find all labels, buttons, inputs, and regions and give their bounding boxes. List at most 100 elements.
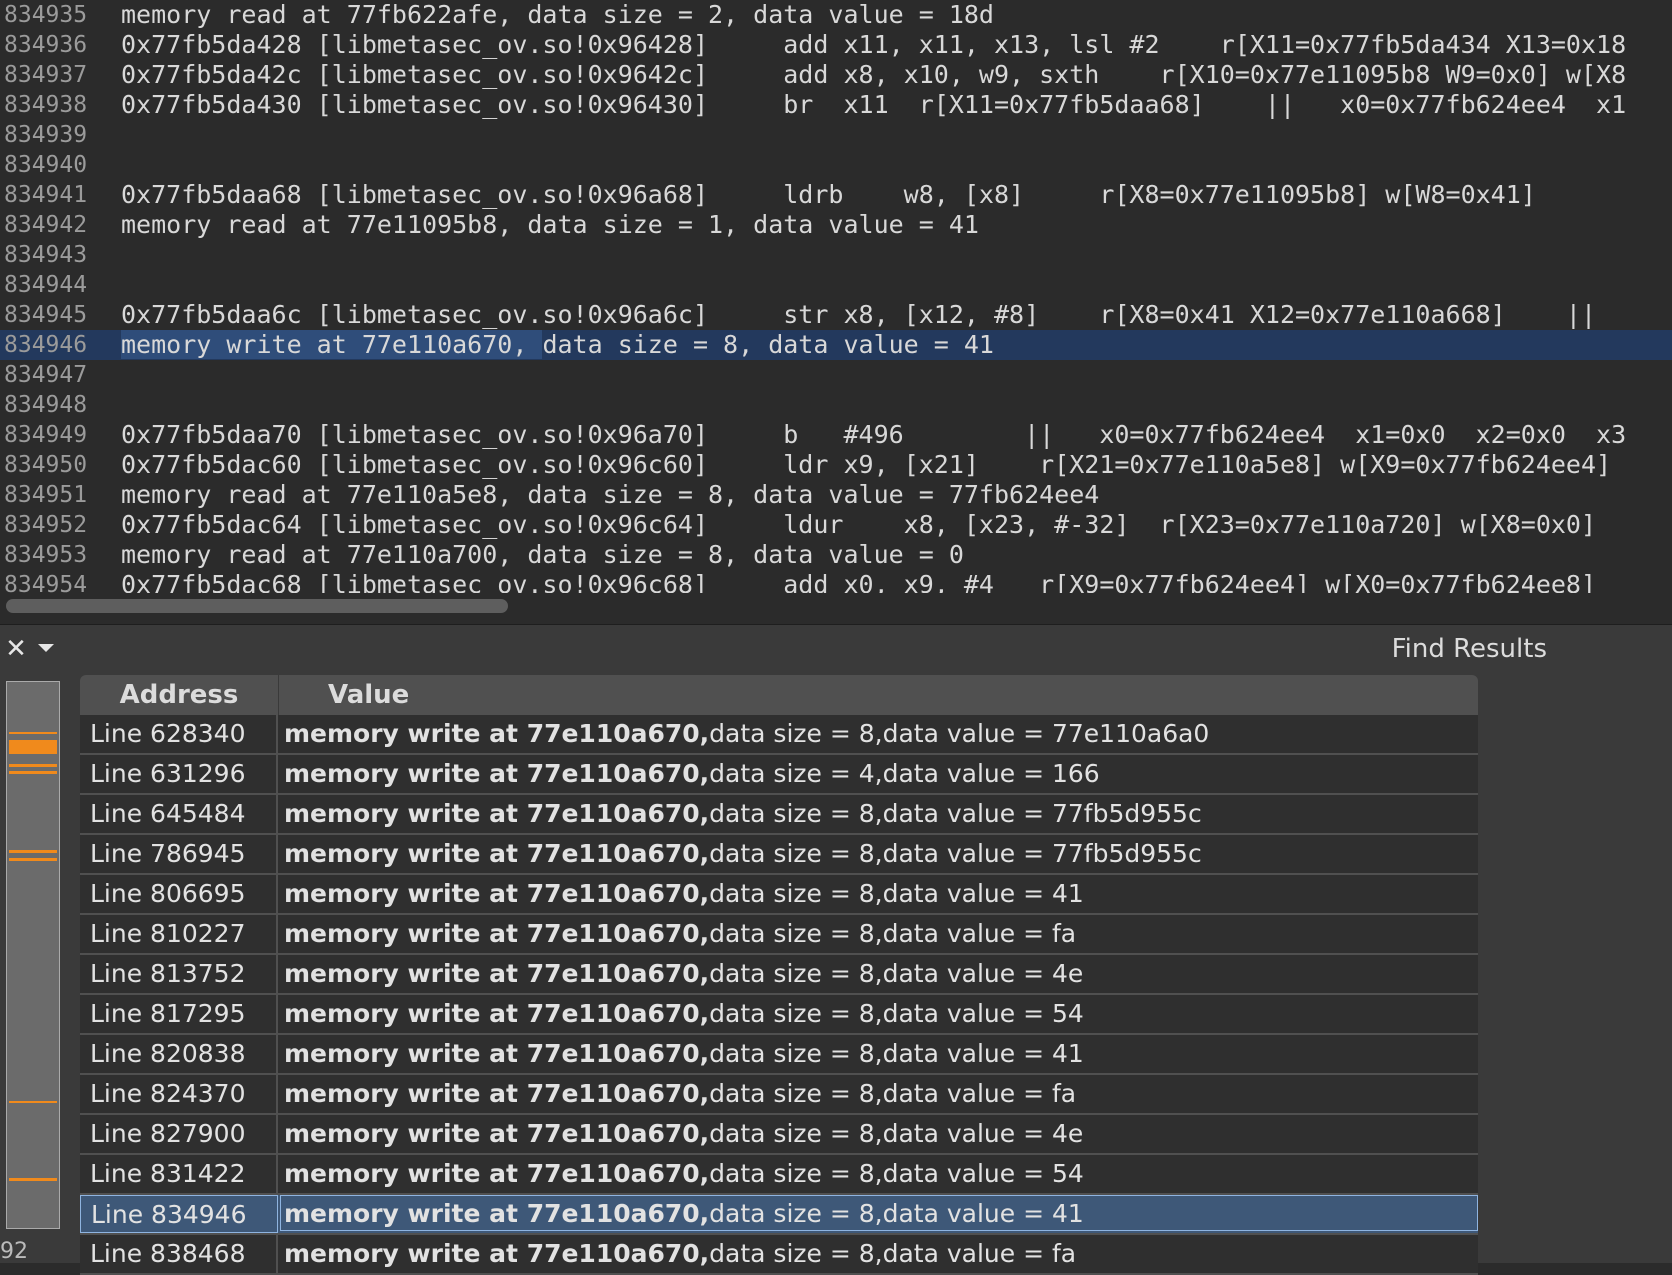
code-text[interactable]: memory read at 77e110a700, data size = 8… — [121, 540, 964, 570]
editor-line[interactable]: 834952 0x77fb5dac64 [libmetasec_ov.so!0x9… — [0, 510, 1672, 540]
editor-line[interactable]: 834954 0x77fb5dac68 [libmetasec_ov.so!0x9… — [0, 570, 1672, 593]
match-text: memory write at 77e110a670, — [284, 879, 710, 908]
result-row[interactable]: Line 810227 memory write at 77e110a670,da… — [80, 915, 1478, 955]
trace-editor[interactable]: 834935 memory read at 77fb622afe, data si… — [0, 0, 1672, 593]
value-rest-text: data size = 8,data value = 4e — [709, 1119, 1084, 1148]
value-rest-text: data size = 8,data value = 54 — [709, 1159, 1084, 1188]
unselected-text: data size = 8, data value = 41 — [542, 330, 994, 359]
value-rest-text: data size = 8,data value = 54 — [709, 999, 1084, 1028]
result-value: memory write at 77e110a670,data size = 8… — [284, 1115, 1083, 1153]
editor-line[interactable]: 834949 0x77fb5daa70 [libmetasec_ov.so!0x9… — [0, 420, 1672, 450]
result-row[interactable]: Line 631296 memory write at 77e110a670,da… — [80, 755, 1478, 795]
column-header-value[interactable]: Value — [328, 675, 409, 715]
code-text[interactable]: 0x77fb5daa6c [libmetasec_ov.so!0x96a6c] … — [121, 300, 1596, 330]
code-text[interactable]: 0x77fb5daa70 [libmetasec_ov.so!0x96a70] … — [121, 420, 1626, 450]
result-row[interactable]: Line 824370 memory write at 77e110a670,da… — [80, 1075, 1478, 1115]
editor-line[interactable]: 834938 0x77fb5da430 [libmetasec_ov.so!0x9… — [0, 90, 1672, 120]
code-text[interactable]: memory write at 77e110a670, data size = … — [121, 330, 994, 360]
result-address: Line 824370 — [80, 1075, 278, 1113]
editor-line[interactable]: 834951 memory read at 77e110a5e8, data si… — [0, 480, 1672, 510]
column-header-address[interactable]: Address — [80, 675, 279, 715]
value-rest-text: data size = 8,data value = 77fb5d955c — [709, 799, 1202, 828]
horizontal-scrollbar[interactable] — [0, 595, 1672, 617]
results-table: Address Value Line 628340 memory write at… — [80, 675, 1478, 1275]
code-text[interactable]: 0x77fb5dac64 [libmetasec_ov.so!0x96c64] … — [121, 510, 1596, 540]
result-row[interactable]: Line 813752 memory write at 77e110a670,da… — [80, 955, 1478, 995]
match-text: memory write at 77e110a670, — [284, 759, 710, 788]
result-value: memory write at 77e110a670,data size = 8… — [284, 835, 1202, 873]
result-row[interactable]: Line 806695 memory write at 77e110a670,da… — [80, 875, 1478, 915]
chevron-down-icon[interactable] — [36, 639, 58, 659]
editor-line[interactable]: 834937 0x77fb5da42c [libmetasec_ov.so!0x9… — [0, 60, 1672, 90]
result-row[interactable]: Line 645484 memory write at 77e110a670,da… — [80, 795, 1478, 835]
code-text[interactable]: 0x77fb5da430 [libmetasec_ov.so!0x96430] … — [121, 90, 1626, 120]
result-value: memory write at 77e110a670,data size = 8… — [284, 1075, 1076, 1113]
result-address: Line 817295 — [80, 995, 278, 1033]
overview-marker — [9, 1101, 57, 1103]
editor-line[interactable]: 834947 — [0, 360, 1672, 390]
match-text: memory write at 77e110a670, — [284, 799, 710, 828]
line-number: 834946 — [4, 332, 88, 358]
editor-line[interactable]: 834953 memory read at 77e110a700, data si… — [0, 540, 1672, 570]
editor-line[interactable]: 834940 — [0, 150, 1672, 180]
line-number: 834943 — [4, 242, 88, 268]
editor-line[interactable]: 834944 — [0, 270, 1672, 300]
result-row[interactable]: Line 838468 memory write at 77e110a670,da… — [80, 1235, 1478, 1275]
editor-line[interactable]: 834941 0x77fb5daa68 [libmetasec_ov.so!0x9… — [0, 180, 1672, 210]
editor-line[interactable]: 834942 memory read at 77e11095b8, data si… — [0, 210, 1672, 240]
result-row[interactable]: Line 834946 memory write at 77e110a670,da… — [80, 1195, 1478, 1235]
result-address: Line 820838 — [80, 1035, 278, 1073]
code-text[interactable]: memory read at 77e11095b8, data size = 1… — [121, 210, 979, 240]
editor-line[interactable]: 834935 memory read at 77fb622afe, data si… — [0, 0, 1672, 30]
editor-line[interactable]: 834943 — [0, 240, 1672, 270]
line-number: 834951 — [4, 482, 88, 508]
horizontal-scrollbar-thumb[interactable] — [6, 599, 508, 613]
value-rest-text: data size = 8,data value = 77fb5d955c — [709, 839, 1202, 868]
overview-marker — [9, 732, 57, 734]
editor-line[interactable]: 834939 — [0, 120, 1672, 150]
code-text[interactable]: 0x77fb5da42c [libmetasec_ov.so!0x9642c] … — [121, 60, 1626, 90]
result-row[interactable]: Line 827900 memory write at 77e110a670,da… — [80, 1115, 1478, 1155]
result-row[interactable]: Line 628340 memory write at 77e110a670,da… — [80, 715, 1478, 755]
value-rest-text: data size = 8,data value = fa — [709, 919, 1077, 948]
result-address: Line 831422 — [80, 1155, 278, 1193]
code-text[interactable]: memory read at 77e110a5e8, data size = 8… — [121, 480, 1099, 510]
close-icon[interactable]: ✕ — [4, 636, 28, 662]
result-row[interactable]: Line 820838 memory write at 77e110a670,da… — [80, 1035, 1478, 1075]
editor-line[interactable]: 834946 memory write at 77e110a670, data s… — [0, 330, 1672, 360]
code-text[interactable]: 0x77fb5dac68 [libmetasec_ov.so!0x96c68] … — [121, 570, 1596, 593]
line-number: 834940 — [4, 152, 88, 178]
editor-line[interactable]: 834945 0x77fb5daa6c [libmetasec_ov.so!0x9… — [0, 300, 1672, 330]
value-rest-text: data size = 8,data value = fa — [709, 1079, 1077, 1108]
result-value: memory write at 77e110a670,data size = 8… — [284, 1235, 1076, 1273]
selected-text[interactable]: memory write at 77e110a670, — [121, 330, 543, 359]
value-rest-text: data size = 8,data value = 41 — [709, 1199, 1084, 1228]
code-text[interactable]: 0x77fb5dac60 [libmetasec_ov.so!0x96c60] … — [121, 450, 1611, 480]
result-value: memory write at 77e110a670,data size = 8… — [284, 1195, 1084, 1233]
result-row[interactable]: Line 817295 memory write at 77e110a670,da… — [80, 995, 1478, 1035]
results-overview-bar[interactable] — [6, 681, 60, 1229]
editor-line[interactable]: 834948 — [0, 390, 1672, 420]
line-number: 834949 — [4, 422, 88, 448]
code-text[interactable]: 0x77fb5daa68 [libmetasec_ov.so!0x96a68] … — [121, 180, 1536, 210]
result-address: Line 631296 — [80, 755, 278, 793]
result-address: Line 628340 — [80, 715, 278, 753]
match-text: memory write at 77e110a670, — [284, 999, 710, 1028]
editor-line[interactable]: 834936 0x77fb5da428 [libmetasec_ov.so!0x9… — [0, 30, 1672, 60]
line-number: 834938 — [4, 92, 88, 118]
match-text: memory write at 77e110a670, — [284, 1159, 710, 1188]
result-address: Line 834946 — [80, 1195, 278, 1233]
result-row[interactable]: Line 786945 memory write at 77e110a670,da… — [80, 835, 1478, 875]
code-text[interactable]: 0x77fb5da428 [libmetasec_ov.so!0x96428] … — [121, 30, 1626, 60]
result-value: memory write at 77e110a670,data size = 8… — [284, 915, 1076, 953]
line-number: 834948 — [4, 392, 88, 418]
editor-line[interactable]: 834950 0x77fb5dac60 [libmetasec_ov.so!0x9… — [0, 450, 1672, 480]
result-value: memory write at 77e110a670,data size = 8… — [284, 715, 1209, 753]
overview-marker — [9, 764, 57, 767]
code-text[interactable]: memory read at 77fb622afe, data size = 2… — [121, 0, 994, 30]
line-number: 834947 — [4, 362, 88, 388]
line-number: 834944 — [4, 272, 88, 298]
match-text: memory write at 77e110a670, — [284, 1199, 710, 1228]
result-value: memory write at 77e110a670,data size = 8… — [284, 875, 1084, 913]
result-row[interactable]: Line 831422 memory write at 77e110a670,da… — [80, 1155, 1478, 1195]
